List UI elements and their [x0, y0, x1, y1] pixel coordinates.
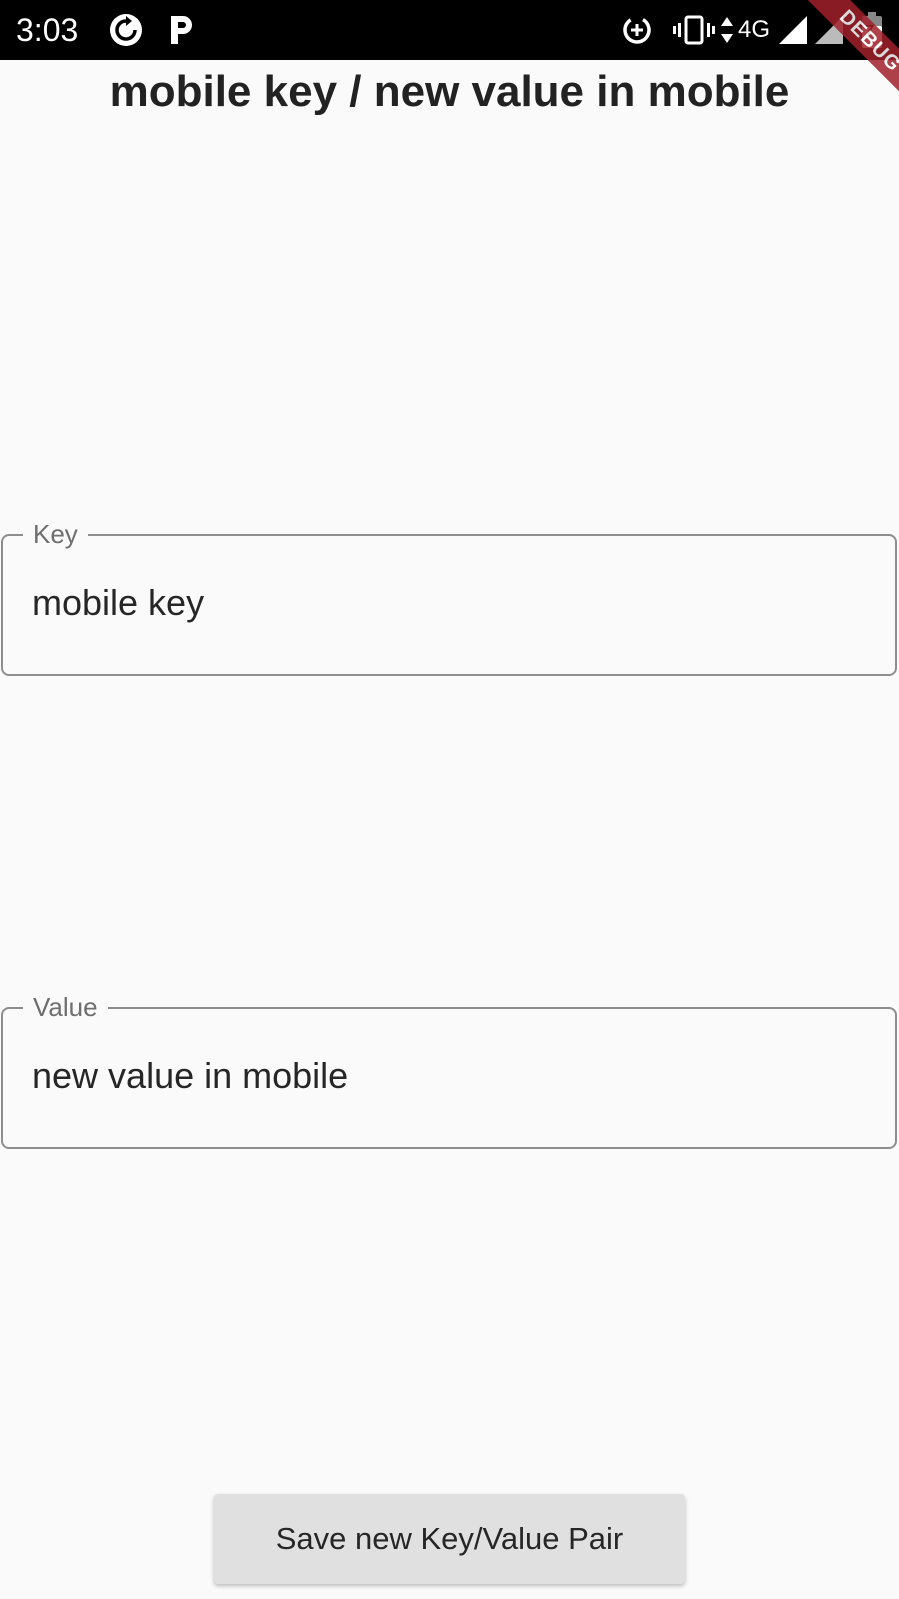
- battery-level: 7: [865, 23, 874, 40]
- value-field-value[interactable]: new value in mobile: [32, 1053, 348, 1099]
- key-field-value[interactable]: mobile key: [32, 580, 204, 626]
- value-field-label: Value: [23, 987, 108, 1027]
- value-field[interactable]: Value new value in mobile: [1, 987, 897, 1149]
- battery-icon: 7: [860, 0, 884, 60]
- key-field-label: Key: [23, 514, 88, 554]
- signal-icon: [778, 0, 808, 60]
- key-field[interactable]: Key mobile key: [1, 514, 897, 676]
- page-title: mobile key / new value in mobile: [109, 67, 790, 116]
- sync-icon: [106, 0, 146, 60]
- signal-icon-secondary: [814, 0, 844, 60]
- save-button[interactable]: Save new Key/Value Pair: [214, 1494, 685, 1584]
- p-icon: [165, 0, 199, 60]
- status-bar: 3:03 4G 7: [0, 0, 899, 60]
- vibrate-icon: [672, 0, 716, 60]
- data-saver-icon: [620, 0, 654, 60]
- data-arrows-icon: [720, 0, 734, 60]
- network-type: 4G: [738, 16, 771, 43]
- status-time: 3:03: [16, 12, 79, 48]
